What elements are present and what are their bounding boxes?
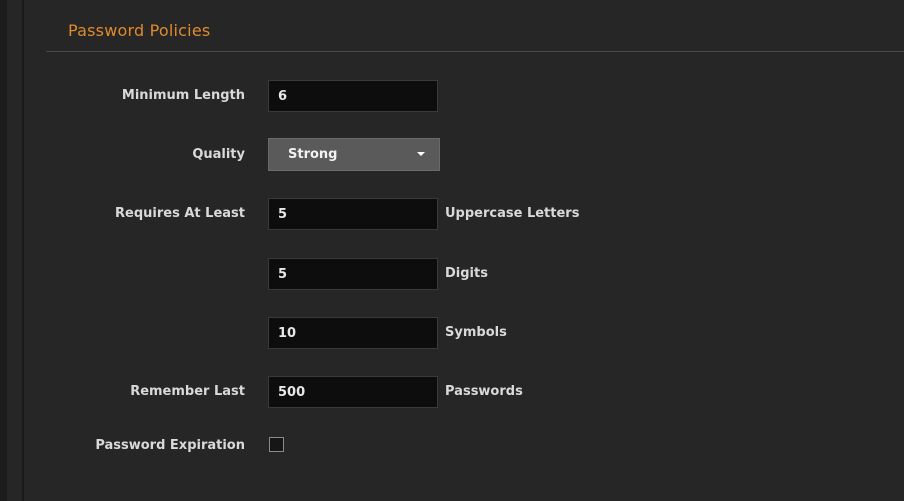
digits-count-input[interactable] [268, 258, 438, 290]
section-divider [46, 51, 904, 52]
symbols-suffix: Symbols [445, 325, 507, 340]
uppercase-suffix: Uppercase Letters [445, 206, 580, 221]
min-length-input[interactable] [268, 80, 438, 112]
digits-suffix: Digits [445, 266, 488, 281]
quality-select[interactable]: Strong [268, 138, 440, 171]
section-title: Password Policies [68, 21, 211, 40]
divider-line [22, 0, 24, 501]
remember-last-input[interactable] [268, 376, 438, 408]
symbols-count-input[interactable] [268, 317, 438, 349]
requires-at-least-label: Requires At Least [115, 206, 245, 221]
password-policies-panel: Password Policies Minimum Length Quality… [0, 0, 904, 501]
password-expiration-checkbox[interactable] [269, 437, 284, 452]
passwords-suffix: Passwords [445, 384, 523, 399]
left-rail [0, 0, 7, 501]
uppercase-count-input[interactable] [268, 198, 438, 230]
password-expiration-label: Password Expiration [95, 438, 245, 453]
remember-last-label: Remember Last [130, 384, 245, 399]
min-length-label: Minimum Length [121, 88, 245, 103]
quality-selected-value: Strong [288, 147, 338, 162]
quality-label: Quality [192, 147, 245, 162]
chevron-down-icon [417, 152, 425, 156]
